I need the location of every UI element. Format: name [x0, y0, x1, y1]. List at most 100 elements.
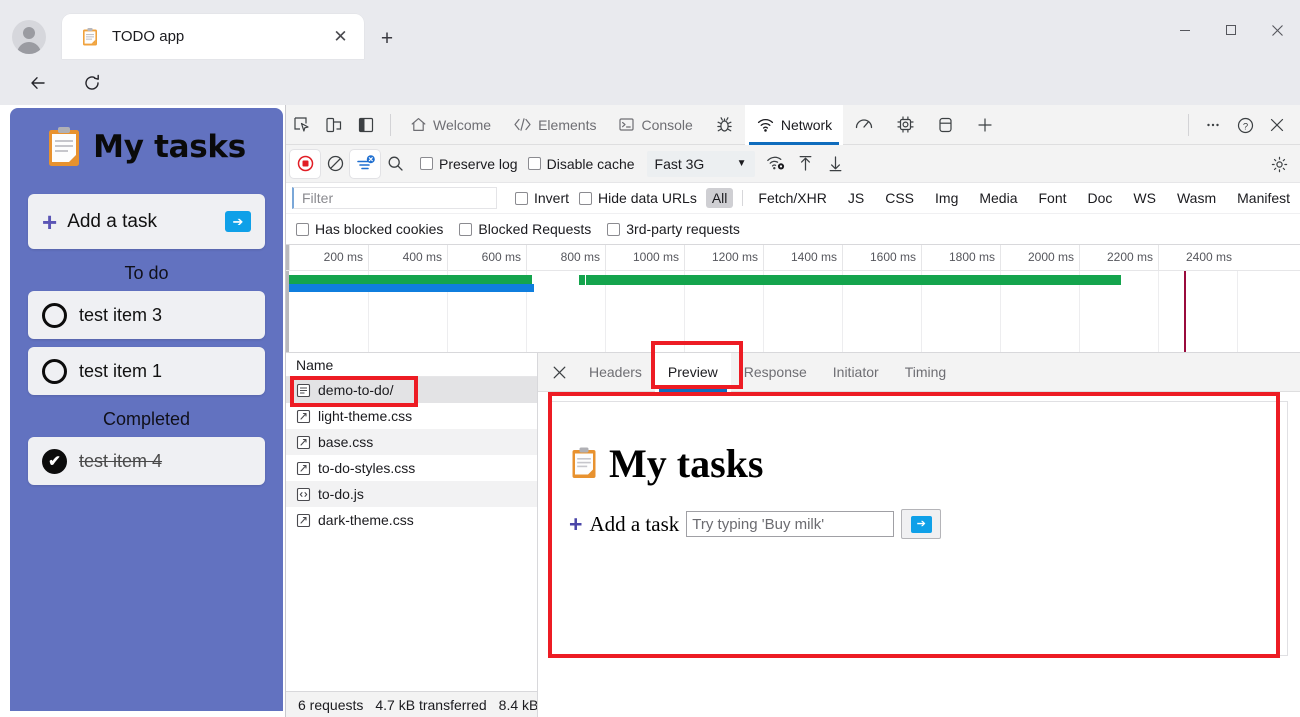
table-row[interactable]: dark-theme.css: [286, 507, 537, 533]
table-row[interactable]: demo-to-do/: [286, 377, 537, 403]
disable-cache-checkbox-row[interactable]: Disable cache: [527, 156, 635, 172]
new-tab-button[interactable]: +: [372, 23, 402, 53]
third-party-requests-row[interactable]: 3rd-party requests: [607, 221, 740, 237]
export-har-button[interactable]: [821, 150, 851, 178]
tab-application[interactable]: [926, 105, 965, 145]
column-header-name[interactable]: Name: [286, 353, 537, 377]
tab-close-icon[interactable]: ✕: [329, 25, 352, 48]
tab-preview[interactable]: Preview: [654, 352, 731, 392]
import-har-button[interactable]: [791, 150, 821, 178]
table-row[interactable]: to-do.js: [286, 481, 537, 507]
resource-size: 8.4 kB: [498, 697, 538, 713]
network-request-list[interactable]: Name demo-to-do/ light-theme.css base.cs…: [286, 353, 538, 691]
task-checkbox-checked[interactable]: ✔: [42, 448, 67, 474]
preserve-log-checkbox-row[interactable]: Preserve log: [420, 156, 518, 172]
network-conditions-button[interactable]: [761, 150, 791, 178]
network-settings-gear-icon[interactable]: [1265, 150, 1293, 178]
type-filter-fetch-xhr[interactable]: Fetch/XHR: [752, 188, 832, 208]
type-filter-img[interactable]: Img: [929, 188, 964, 208]
table-row[interactable]: light-theme.css: [286, 403, 537, 429]
type-filter-doc[interactable]: Doc: [1082, 188, 1119, 208]
clear-requests-button[interactable]: [320, 150, 350, 178]
chevron-down-icon: ▼: [736, 158, 747, 169]
tab-console[interactable]: Console: [607, 105, 703, 145]
record-stop-button[interactable]: [290, 149, 320, 178]
devtools-close-button[interactable]: [1261, 110, 1293, 140]
devtools-more-button[interactable]: [1197, 110, 1229, 140]
tick-label: 1400 ms: [790, 250, 837, 264]
task-checkbox[interactable]: [42, 302, 67, 328]
inspect-element-icon[interactable]: [286, 110, 318, 140]
tab-label: Network: [780, 116, 833, 133]
tick-label: 200 ms: [323, 250, 363, 264]
type-filter-wasm[interactable]: Wasm: [1171, 188, 1222, 208]
has-blocked-cookies-row[interactable]: Has blocked cookies: [296, 221, 443, 237]
profile-avatar[interactable]: [12, 20, 46, 54]
tab-response[interactable]: Response: [731, 353, 820, 392]
third-party-requests-checkbox[interactable]: [607, 222, 621, 236]
task-label: test item 1: [79, 360, 163, 381]
dock-side-icon[interactable]: [350, 110, 382, 140]
search-button[interactable]: [380, 150, 410, 178]
invert-checkbox-row[interactable]: Invert: [515, 190, 569, 206]
type-filter-all[interactable]: All: [705, 188, 734, 208]
tab-welcome[interactable]: Welcome: [399, 105, 502, 145]
has-blocked-cookies-checkbox[interactable]: [296, 222, 309, 236]
filter-settings-button[interactable]: [350, 149, 380, 178]
tab-headers[interactable]: Headers: [576, 353, 655, 392]
list-item[interactable]: ✔ test item 4: [28, 437, 265, 485]
preview-submit-button[interactable]: ➔: [901, 509, 942, 539]
type-filter-css[interactable]: CSS: [879, 188, 920, 208]
hide-data-urls-checkbox-row[interactable]: Hide data URLs: [579, 190, 697, 206]
add-task-row[interactable]: + Add a task ➔: [28, 194, 265, 249]
tab-timing[interactable]: Timing: [892, 353, 960, 392]
type-filter-ws[interactable]: WS: [1127, 188, 1162, 208]
list-item[interactable]: test item 3: [28, 291, 265, 339]
preview-task-input[interactable]: Try typing 'Buy milk': [686, 511, 895, 537]
close-detail-icon[interactable]: [542, 355, 576, 389]
tab-elements[interactable]: Elements: [502, 105, 607, 145]
request-name: base.css: [318, 434, 374, 450]
disable-cache-checkbox[interactable]: [527, 157, 541, 170]
type-filter-manifest[interactable]: Manifest: [1231, 188, 1296, 208]
invert-checkbox[interactable]: [515, 191, 528, 205]
window-maximize-button[interactable]: [1208, 14, 1254, 46]
type-filter-font[interactable]: Font: [1033, 188, 1073, 208]
add-panel-button[interactable]: [965, 105, 1005, 145]
tab-memory[interactable]: [885, 105, 926, 145]
blocked-requests-checkbox[interactable]: [459, 222, 473, 236]
task-checkbox[interactable]: [42, 358, 67, 384]
list-item[interactable]: test item 1: [28, 347, 265, 395]
browser-tab[interactable]: TODO app ✕: [62, 14, 364, 59]
device-toolbar-icon[interactable]: [318, 110, 350, 140]
hide-data-urls-checkbox[interactable]: [579, 191, 593, 205]
window-close-button[interactable]: [1254, 14, 1300, 46]
preserve-log-checkbox[interactable]: [420, 157, 433, 170]
reload-button[interactable]: [76, 67, 108, 99]
blocked-requests-row[interactable]: Blocked Requests: [459, 221, 591, 237]
tab-performance[interactable]: [843, 105, 885, 145]
type-filter-media[interactable]: Media: [973, 188, 1023, 208]
tab-initiator[interactable]: Initiator: [820, 353, 892, 392]
help-icon[interactable]: ?: [1229, 110, 1261, 140]
task-label: test item 4: [79, 450, 163, 471]
memory-chip-icon: [897, 116, 914, 133]
type-filter-js[interactable]: JS: [842, 188, 870, 208]
window-minimize-button[interactable]: [1162, 14, 1208, 46]
code-brackets-icon: [514, 118, 531, 131]
filter-input[interactable]: Filter: [292, 187, 497, 209]
overview-ruler: 200 ms 400 ms 600 ms 800 ms 1000 ms 1200…: [286, 245, 1300, 271]
network-filter-row: Filter Invert Hide data URLs All Fetch/X…: [286, 183, 1300, 214]
browser-chrome: TODO app ✕ +: [0, 0, 1300, 155]
back-button[interactable]: [22, 67, 54, 99]
network-overview-timeline[interactable]: 200 ms 400 ms 600 ms 800 ms 1000 ms 1200…: [286, 245, 1300, 353]
table-row[interactable]: base.css: [286, 429, 537, 455]
filter-divider: [742, 190, 744, 206]
tab-bug[interactable]: [704, 105, 745, 145]
tab-network[interactable]: Network: [744, 104, 844, 145]
tick-label: 1200 ms: [711, 250, 758, 264]
submit-arrow-button[interactable]: ➔: [225, 211, 251, 232]
table-row[interactable]: to-do-styles.css: [286, 455, 537, 481]
throttling-dropdown[interactable]: Fast 3G ▼: [646, 150, 755, 177]
transferred-size: 4.7 kB transferred: [375, 697, 487, 713]
